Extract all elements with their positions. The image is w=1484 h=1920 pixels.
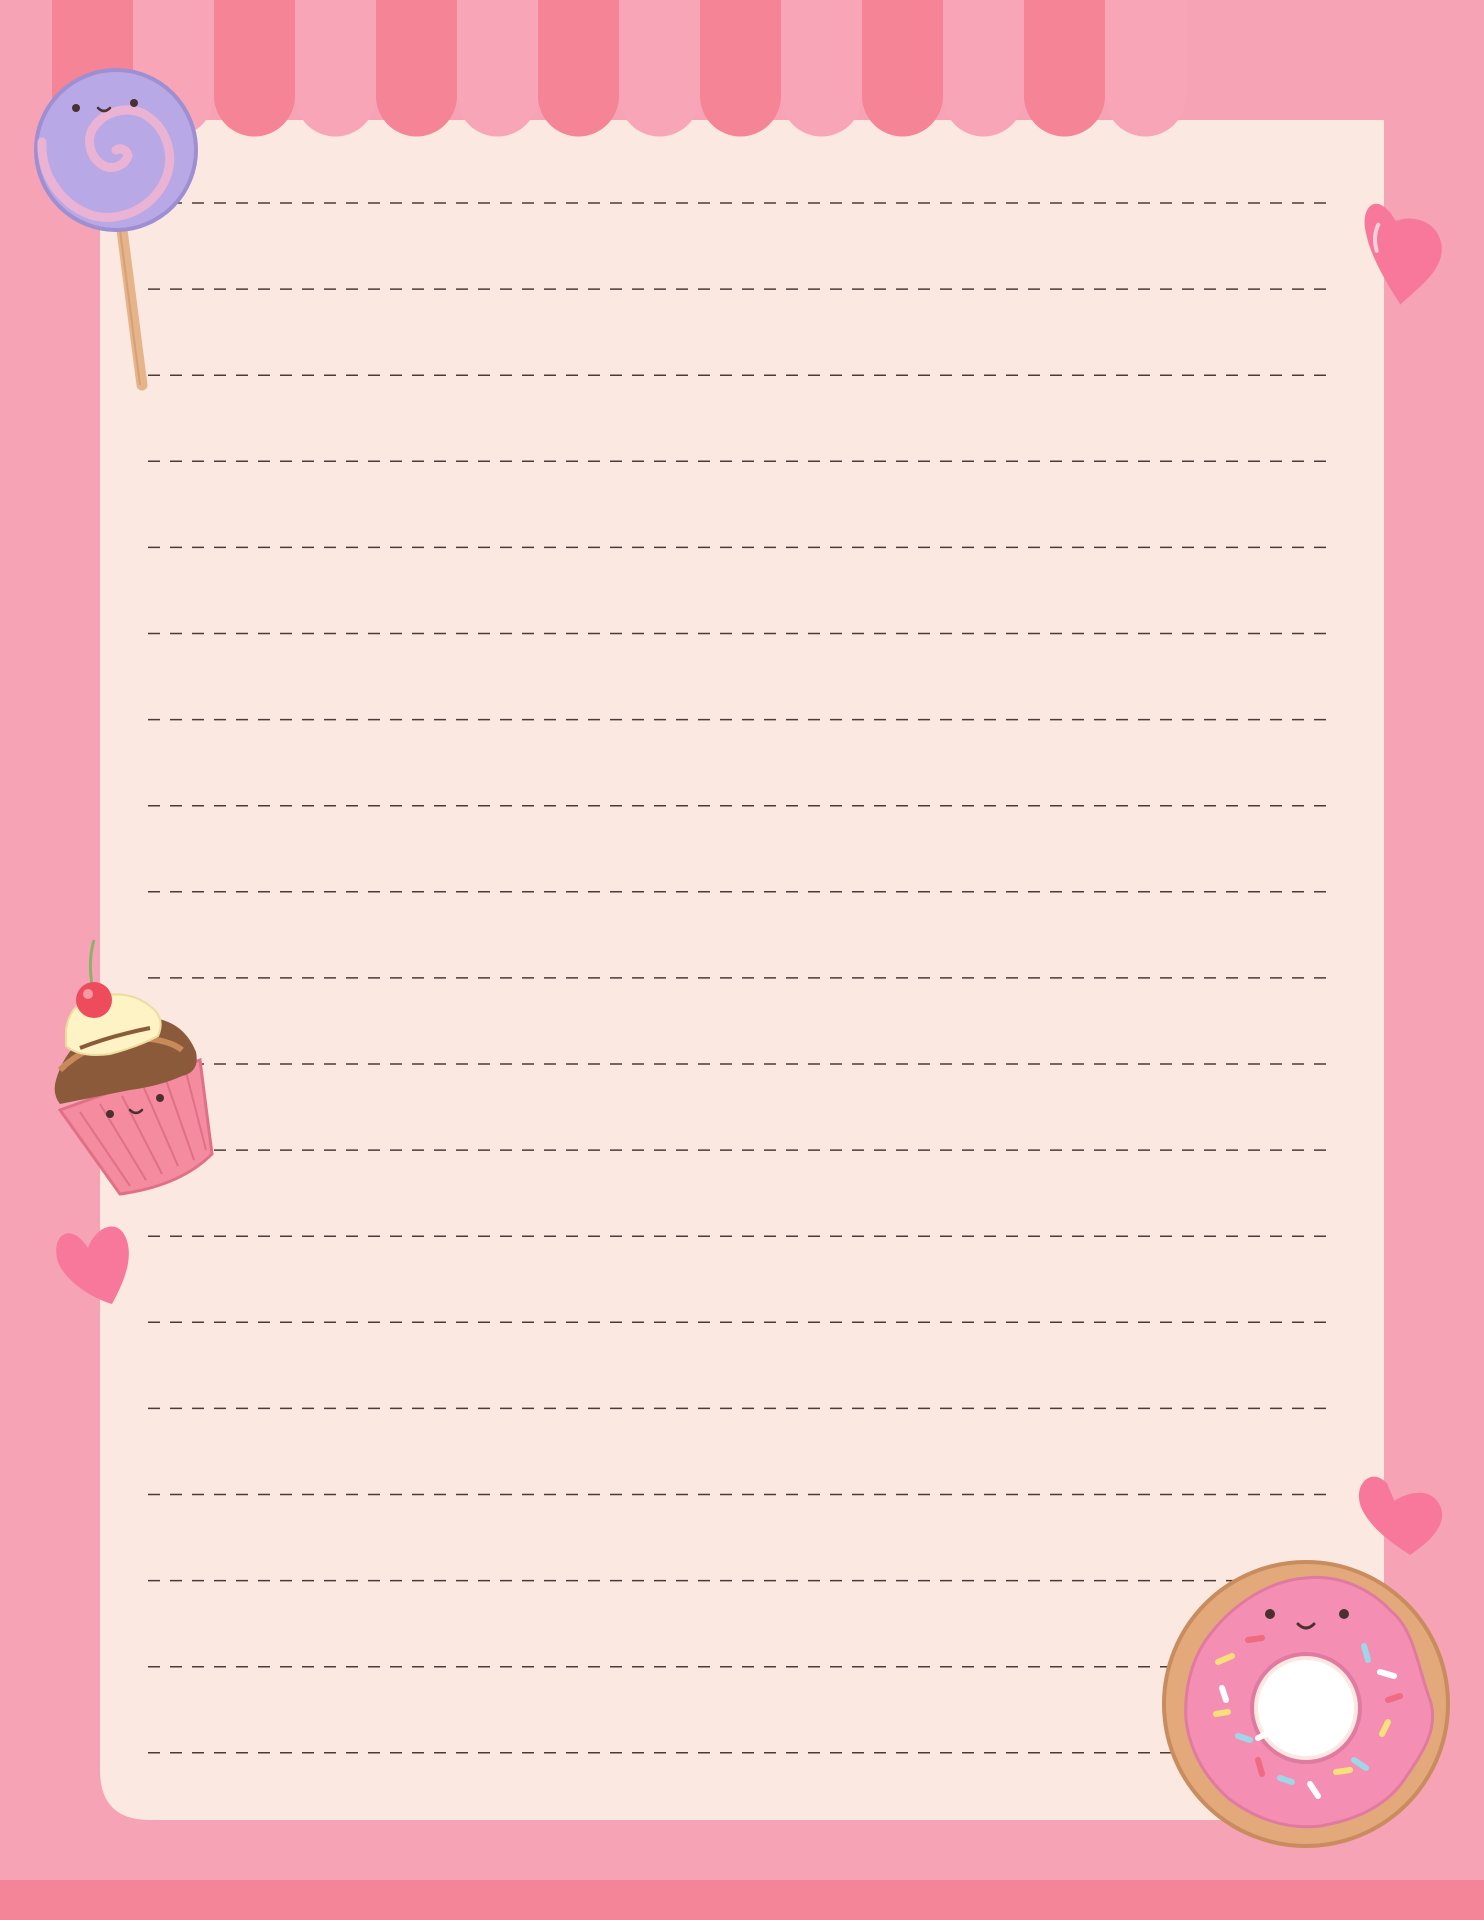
awning-stripe: [538, 0, 619, 96]
awning-stripe: [862, 0, 943, 96]
awning-stripe: [1105, 0, 1186, 96]
stationery-artwork: [0, 0, 1484, 1920]
bottom-band: [0, 1880, 1484, 1920]
donut-icon: [1162, 1560, 1450, 1848]
awning-stripe: [1024, 0, 1105, 96]
awning-stripe: [457, 0, 538, 96]
awning-stripe: [619, 0, 700, 96]
awning-stripes: [52, 0, 1186, 96]
awning-stripe: [295, 0, 376, 96]
awning-stripe: [781, 0, 862, 96]
awning-stripe: [700, 0, 781, 96]
awning-stripe: [376, 0, 457, 96]
stationery-page: [0, 0, 1484, 1920]
awning-stripe: [214, 0, 295, 96]
awning-stripe: [943, 0, 1024, 96]
